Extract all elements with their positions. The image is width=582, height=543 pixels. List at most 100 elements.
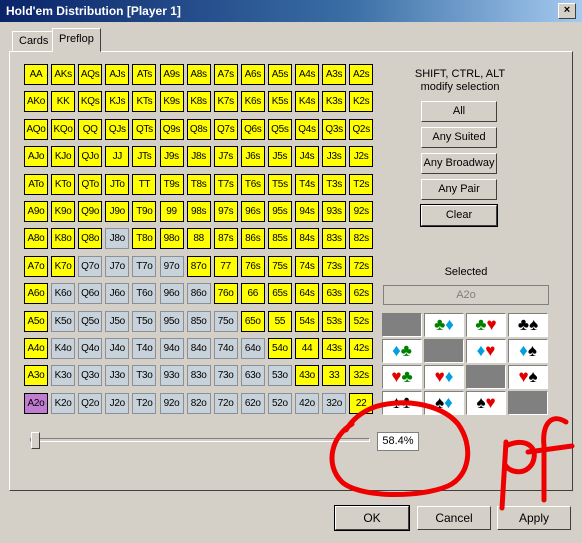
hand-cell[interactable]: 42o bbox=[295, 392, 319, 414]
all-button[interactable]: All bbox=[421, 101, 497, 122]
hand-cell[interactable]: Q8o bbox=[78, 228, 103, 250]
hand-cell[interactable]: AJs bbox=[105, 64, 130, 85]
hand-cell[interactable]: 62s bbox=[349, 283, 374, 305]
hand-cell[interactable]: J6s bbox=[240, 146, 265, 168]
hand-cell[interactable]: 72o bbox=[213, 392, 238, 414]
cancel-button[interactable]: Cancel bbox=[417, 506, 491, 530]
hand-cell[interactable]: T6s bbox=[240, 173, 265, 195]
suit-combo-cell[interactable]: ♦♣ bbox=[382, 339, 422, 363]
suit-combo-cell[interactable]: ♠♥ bbox=[466, 391, 506, 415]
hand-cell[interactable]: 96o bbox=[159, 283, 184, 305]
hand-cell[interactable]: QTs bbox=[132, 118, 157, 140]
any-broadway-button[interactable]: Any Broadway bbox=[421, 153, 497, 174]
hand-cell[interactable]: K5s bbox=[267, 91, 292, 113]
hand-cell[interactable]: T8o bbox=[132, 228, 157, 250]
tab-preflop[interactable]: Preflop bbox=[52, 28, 101, 52]
hand-cell[interactable]: K9s bbox=[159, 91, 184, 113]
hand-cell[interactable]: 65o bbox=[240, 310, 265, 332]
hand-cell[interactable]: T5s bbox=[267, 173, 292, 195]
hand-cell[interactable]: QTo bbox=[78, 173, 103, 195]
hand-cell[interactable]: Q3s bbox=[322, 118, 347, 140]
hand-cell[interactable]: 75o bbox=[213, 310, 238, 332]
hand-cell[interactable]: 52s bbox=[349, 310, 374, 332]
hand-cell[interactable]: Q4o bbox=[78, 338, 103, 359]
hand-cell[interactable]: JTo bbox=[105, 173, 130, 195]
suit-combo-cell[interactable]: ♠♦ bbox=[424, 391, 464, 415]
hand-cell[interactable]: A6s bbox=[240, 64, 265, 85]
hand-cell[interactable]: 87o bbox=[186, 255, 211, 277]
hand-cell[interactable]: J6o bbox=[105, 283, 130, 305]
hand-cell[interactable]: A8s bbox=[186, 64, 211, 85]
suit-combo-cell[interactable]: ♣♦ bbox=[424, 313, 464, 337]
hand-cell[interactable]: J5s bbox=[267, 146, 292, 168]
hand-cell[interactable]: K7o bbox=[51, 255, 76, 277]
hand-cell[interactable]: 54o bbox=[267, 338, 292, 359]
hand-cell[interactable]: T2o bbox=[132, 392, 157, 414]
hand-cell[interactable]: 64o bbox=[240, 338, 265, 359]
hand-cell[interactable]: A9o bbox=[24, 201, 48, 222]
hand-cell[interactable]: J2s bbox=[349, 146, 374, 168]
hand-cell[interactable]: 66 bbox=[240, 283, 265, 305]
hand-cell[interactable]: Q8s bbox=[186, 118, 211, 140]
hand-cell[interactable]: K6o bbox=[51, 283, 76, 305]
hand-cell[interactable]: ATs bbox=[132, 64, 157, 85]
hand-cell[interactable]: 86o bbox=[186, 283, 211, 305]
hand-cell[interactable]: A7s bbox=[213, 64, 238, 85]
hand-cell[interactable]: 87s bbox=[213, 228, 238, 250]
hand-cell[interactable]: Q9s bbox=[159, 118, 184, 140]
hand-cell[interactable]: 96s bbox=[240, 201, 265, 222]
hand-cell[interactable]: 74s bbox=[295, 255, 319, 277]
hand-cell[interactable]: KK bbox=[51, 91, 76, 113]
hand-cell[interactable]: A2o bbox=[24, 392, 48, 414]
hand-cell[interactable]: KTs bbox=[132, 91, 157, 113]
hand-cell[interactable]: AKo bbox=[24, 91, 48, 113]
suit-combo-cell[interactable] bbox=[508, 391, 548, 415]
hand-cell[interactable]: J9o bbox=[105, 201, 130, 222]
hand-cell[interactable]: Q5o bbox=[78, 310, 103, 332]
hand-cell[interactable]: Q5s bbox=[267, 118, 292, 140]
hand-cell[interactable]: Q3o bbox=[78, 365, 103, 387]
hand-cell[interactable]: K8s bbox=[186, 91, 211, 113]
suit-combo-cell[interactable]: ♣♠ bbox=[508, 313, 548, 337]
hand-cell[interactable]: 73s bbox=[322, 255, 347, 277]
hand-cell[interactable]: 54s bbox=[295, 310, 319, 332]
hand-cell[interactable]: T9o bbox=[132, 201, 157, 222]
hand-cell[interactable]: J4o bbox=[105, 338, 130, 359]
hand-cell[interactable]: A7o bbox=[24, 255, 48, 277]
hand-cell[interactable]: 95s bbox=[267, 201, 292, 222]
hand-cell[interactable]: 95o bbox=[159, 310, 184, 332]
hand-cell[interactable]: T7o bbox=[132, 255, 157, 277]
hand-cell[interactable]: 82s bbox=[349, 228, 374, 250]
hand-cell[interactable]: K6s bbox=[240, 91, 265, 113]
hand-cell[interactable]: 98o bbox=[159, 228, 184, 250]
hand-cell[interactable]: J2o bbox=[105, 392, 130, 414]
hand-cell[interactable]: Q7o bbox=[78, 255, 103, 277]
hand-cell[interactable]: 55 bbox=[267, 310, 292, 332]
any-suited-button[interactable]: Any Suited bbox=[421, 127, 497, 148]
hand-cell[interactable]: J3o bbox=[105, 365, 130, 387]
hand-cell[interactable]: AKs bbox=[51, 64, 76, 85]
hand-cell[interactable]: K3o bbox=[51, 365, 76, 387]
hand-cell[interactable]: T4o bbox=[132, 338, 157, 359]
hand-cell[interactable]: 94o bbox=[159, 338, 184, 359]
hand-cell[interactable]: 75s bbox=[267, 255, 292, 277]
suit-combo-cell[interactable]: ♦♠ bbox=[508, 339, 548, 363]
hand-cell[interactable]: TT bbox=[132, 173, 157, 195]
hand-cell[interactable]: A2s bbox=[349, 64, 374, 85]
suit-combo-cell[interactable] bbox=[382, 313, 422, 337]
hand-cell[interactable]: 44 bbox=[295, 338, 319, 359]
suit-combo-cell[interactable] bbox=[466, 365, 506, 389]
hand-cell[interactable]: 84o bbox=[186, 338, 211, 359]
hand-cell[interactable]: J7o bbox=[105, 255, 130, 277]
hand-cell[interactable]: K4o bbox=[51, 338, 76, 359]
hand-cell[interactable]: 65s bbox=[267, 283, 292, 305]
hand-cell[interactable]: T5o bbox=[132, 310, 157, 332]
hand-cell[interactable]: T3o bbox=[132, 365, 157, 387]
hand-cell[interactable]: 63s bbox=[322, 283, 347, 305]
suit-combo-cell[interactable]: ♦♥ bbox=[466, 339, 506, 363]
hand-cell[interactable]: A8o bbox=[24, 228, 48, 250]
hand-cell[interactable]: 32o bbox=[322, 392, 347, 414]
hand-cell[interactable]: Q4s bbox=[295, 118, 319, 140]
hand-cell[interactable]: A4s bbox=[295, 64, 319, 85]
hand-cell[interactable]: KTo bbox=[51, 173, 76, 195]
